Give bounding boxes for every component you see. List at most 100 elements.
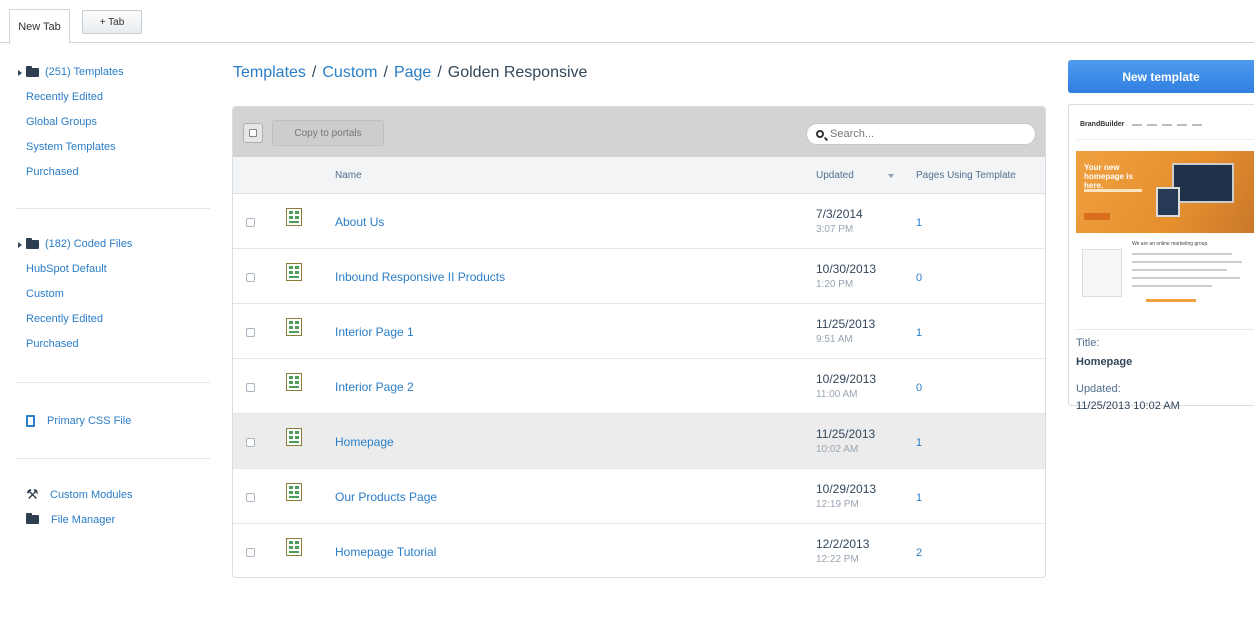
column-header-updated[interactable]: Updated xyxy=(816,170,854,181)
thumbnail-nav: BrandBuilder xyxy=(1076,110,1254,140)
updated-date: 12/2/2013 xyxy=(816,537,870,551)
column-header-name[interactable]: Name xyxy=(335,170,362,181)
table-row[interactable]: About Us 7/3/2014 3:07 PM 1 xyxy=(233,194,1045,249)
template-thumbnail[interactable]: BrandBuilder Your new homepage is here. … xyxy=(1076,110,1254,330)
sidebar-item-label[interactable]: Primary CSS File xyxy=(47,415,131,427)
pages-using-count-link[interactable]: 0 xyxy=(916,272,922,284)
thumbnail-section-title: We are an online marketing group. xyxy=(1132,241,1209,247)
search-box[interactable] xyxy=(806,123,1036,145)
preview-title-value: Homepage xyxy=(1076,356,1133,368)
search-icon xyxy=(816,130,824,138)
sidebar-coded-files-label[interactable]: (182) Coded Files xyxy=(45,232,132,257)
sidebar-item-purchased[interactable]: Purchased xyxy=(16,160,216,185)
folder-icon xyxy=(26,66,39,77)
updated-date: 10/29/2013 xyxy=(816,372,877,386)
sidebar-item-hubspot-default[interactable]: HubSpot Default xyxy=(16,257,216,282)
breadcrumb-current: Golden Responsive xyxy=(447,64,588,81)
sidebar-item-custom-modules[interactable]: ⚒ Custom Modules xyxy=(16,482,216,507)
preview-updated-value: 11/25/2013 10:02 AM xyxy=(1076,400,1180,412)
sidebar-templates-label[interactable]: (251) Templates xyxy=(45,60,124,85)
sidebar-item-recently-edited[interactable]: Recently Edited xyxy=(16,85,216,110)
expand-caret-icon[interactable] xyxy=(18,69,22,76)
preview-updated-label: Updated: xyxy=(1076,383,1121,395)
row-checkbox[interactable] xyxy=(246,383,255,392)
pages-using-count-link[interactable]: 1 xyxy=(916,437,922,449)
select-all-checkbox[interactable] xyxy=(243,123,263,143)
table-row[interactable]: Inbound Responsive II Products 10/30/2013… xyxy=(233,249,1045,304)
search-input[interactable] xyxy=(830,128,1020,140)
page-template-icon xyxy=(286,208,302,226)
sidebar-divider xyxy=(16,458,210,459)
pages-using-count-link[interactable]: 1 xyxy=(916,217,922,229)
table-row[interactable]: Our Products Page 10/29/2013 12:19 PM 1 xyxy=(233,469,1045,524)
sidebar-item-label[interactable]: File Manager xyxy=(51,514,115,526)
row-checkbox[interactable] xyxy=(246,218,255,227)
expand-caret-icon[interactable] xyxy=(18,241,22,248)
updated-date: 11/25/2013 xyxy=(816,317,876,331)
sidebar-coded-files-folder[interactable]: (182) Coded Files xyxy=(16,232,216,257)
template-name-link[interactable]: Interior Page 2 xyxy=(335,380,414,394)
breadcrumb-templates[interactable]: Templates xyxy=(233,64,306,81)
folder-icon xyxy=(26,238,39,249)
table-body: About Us 7/3/2014 3:07 PM 1 Inbound Responsi… xyxy=(233,194,1045,577)
template-name-link[interactable]: Interior Page 1 xyxy=(335,325,414,339)
pages-using-count-link[interactable]: 2 xyxy=(916,547,922,559)
copy-to-portals-button[interactable]: Copy to portals xyxy=(272,120,384,146)
row-checkbox[interactable] xyxy=(246,493,255,502)
breadcrumb-separator: / xyxy=(311,64,317,81)
breadcrumb: Templates / Custom / Page / Golden Responsive xyxy=(233,64,587,82)
row-checkbox[interactable] xyxy=(246,328,255,337)
sidebar-templates-folder[interactable]: (251) Templates xyxy=(16,60,216,85)
template-name-link[interactable]: Inbound Responsive II Products xyxy=(335,270,505,284)
updated-time: 1:20 PM xyxy=(816,279,854,290)
templates-table-panel: Copy to portals Name Updated Pages Using… xyxy=(232,106,1046,578)
tab-new-tab[interactable]: New Tab xyxy=(9,9,70,44)
table-row[interactable]: Homepage Tutorial 12/2/2013 12:22 PM 2 xyxy=(233,524,1045,577)
folder-icon xyxy=(26,513,39,524)
row-checkbox[interactable] xyxy=(246,273,255,282)
thumbnail-hero: Your new homepage is here. xyxy=(1076,151,1254,233)
sidebar-item-primary-css[interactable]: Primary CSS File xyxy=(16,408,216,433)
pages-using-count-link[interactable]: 0 xyxy=(916,382,922,394)
thumbnail-text-line xyxy=(1132,253,1232,255)
pages-using-count-link[interactable]: 1 xyxy=(916,327,922,339)
thumbnail-text-line xyxy=(1132,277,1240,279)
table-row[interactable]: Interior Page 1 11/25/2013 9:51 AM 1 xyxy=(233,304,1045,359)
thumbnail-devices-image xyxy=(1156,163,1234,217)
sidebar-item-custom[interactable]: Custom xyxy=(16,282,216,307)
template-name-link[interactable]: Our Products Page xyxy=(335,490,437,504)
sidebar-divider xyxy=(16,382,210,383)
template-name-link[interactable]: Homepage xyxy=(335,435,394,449)
sort-descending-icon[interactable] xyxy=(888,174,894,178)
updated-date: 10/29/2013 xyxy=(816,482,877,496)
breadcrumb-separator: / xyxy=(383,64,388,81)
sidebar-item-label[interactable]: Custom Modules xyxy=(50,489,133,501)
table-toolbar: Copy to portals xyxy=(233,107,1045,157)
sidebar-item-global-groups[interactable]: Global Groups xyxy=(16,110,216,135)
template-name-link[interactable]: About Us xyxy=(335,215,384,229)
page-template-icon xyxy=(286,318,302,336)
tab-bar: New Tab + Tab xyxy=(0,0,1254,44)
table-row[interactable]: Homepage 11/25/2013 10:02 AM 1 xyxy=(233,414,1045,469)
add-tab-button[interactable]: + Tab xyxy=(82,10,142,34)
page-template-icon xyxy=(286,538,302,556)
thumbnail-footer-bar xyxy=(1146,299,1196,302)
breadcrumb-custom[interactable]: Custom xyxy=(322,64,377,81)
thumbnail-logo: BrandBuilder xyxy=(1080,121,1124,128)
sidebar-item-file-manager[interactable]: File Manager xyxy=(16,507,216,532)
column-header-pages-using[interactable]: Pages Using Template xyxy=(916,170,1016,181)
template-name-link[interactable]: Homepage Tutorial xyxy=(335,545,436,559)
row-checkbox[interactable] xyxy=(246,438,255,447)
thumbnail-logo-builder: Builder xyxy=(1100,121,1125,128)
page-template-icon xyxy=(286,483,302,501)
sidebar-item-system-templates[interactable]: System Templates xyxy=(16,135,216,160)
pages-using-count-link[interactable]: 1 xyxy=(916,492,922,504)
thumbnail-text-line xyxy=(1132,261,1242,263)
row-checkbox[interactable] xyxy=(246,548,255,557)
table-row[interactable]: Interior Page 2 10/29/2013 11:00 AM 0 xyxy=(233,359,1045,414)
sidebar-item-coded-purchased[interactable]: Purchased xyxy=(16,332,216,357)
breadcrumb-page[interactable]: Page xyxy=(394,64,431,81)
new-template-button[interactable]: New template xyxy=(1068,60,1254,93)
updated-time: 12:19 PM xyxy=(816,499,859,510)
sidebar-item-coded-recently-edited[interactable]: Recently Edited xyxy=(16,307,216,332)
